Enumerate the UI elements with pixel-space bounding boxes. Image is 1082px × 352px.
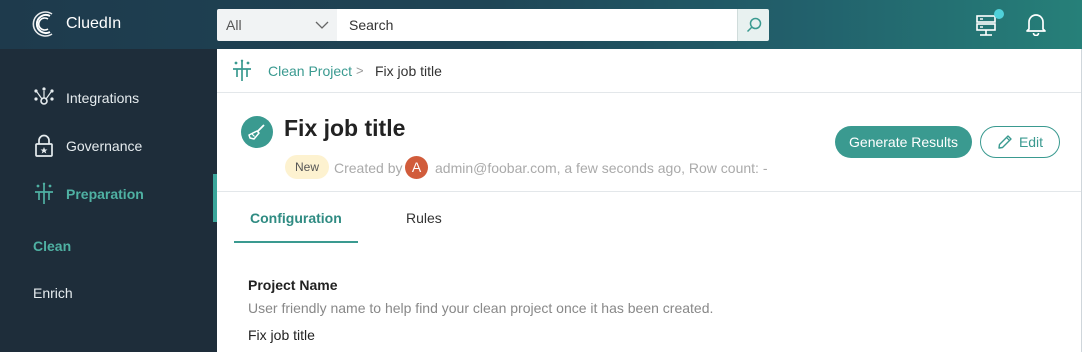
app-name: CluedIn (66, 15, 122, 32)
tab-rules[interactable]: Rules (406, 210, 442, 226)
sidebar-item-label: Integrations (66, 90, 140, 106)
integrations-icon (34, 87, 54, 105)
generate-results-button[interactable]: Generate Results (835, 126, 972, 158)
sidebar-subitem-clean[interactable]: Clean (33, 238, 71, 254)
search-scope-select[interactable]: All (217, 9, 337, 41)
edit-button[interactable]: Edit (980, 126, 1060, 158)
main-content: Clean Project > Fix job title Fix job ti… (217, 49, 1082, 352)
sidebar-item-governance[interactable]: Governance (0, 126, 217, 166)
tab-configuration[interactable]: Configuration (250, 210, 342, 226)
sidebar-item-integrations[interactable]: Integrations (0, 78, 217, 118)
notification-dot (994, 9, 1004, 19)
search-scope-value: All (226, 17, 242, 33)
edit-button-label: Edit (1018, 134, 1044, 150)
preparation-icon (233, 59, 251, 81)
pencil-icon (998, 135, 1012, 149)
sidebar-item-label: Preparation (66, 186, 144, 202)
project-name-label: Project Name (248, 277, 338, 293)
project-header: Fix job title New Created by A admin@foo… (217, 93, 1081, 192)
search-icon (746, 17, 761, 33)
sidebar-subitem-enrich[interactable]: Enrich (33, 285, 73, 301)
created-by-label: Created by (334, 160, 403, 176)
search-button[interactable] (737, 9, 769, 41)
project-name-value: Fix job title (248, 327, 315, 343)
page-title: Fix job title (284, 115, 406, 141)
breadcrumb-current: Fix job title (375, 63, 442, 79)
tabs: Configuration Rules (217, 192, 1081, 244)
search-input[interactable] (337, 9, 737, 41)
status-badge: New (285, 155, 330, 179)
chevron-down-icon (315, 21, 329, 29)
sidebar-item-preparation[interactable]: Preparation (0, 174, 217, 222)
cluedin-logo-icon[interactable] (32, 11, 58, 37)
top-bar: CluedIn All (0, 0, 1082, 49)
search-bar: All (217, 9, 769, 41)
bell-icon[interactable] (1025, 12, 1047, 36)
sidebar: Integrations Governance Preparation Clea… (0, 49, 217, 352)
breadcrumb-link-clean-project[interactable]: Clean Project (268, 63, 352, 79)
avatar: A (405, 156, 428, 179)
breadcrumb: Clean Project > Fix job title (217, 49, 1081, 93)
active-tab-indicator (234, 241, 358, 243)
preparation-icon (35, 182, 53, 204)
project-name-help: User friendly name to help find your cle… (248, 300, 714, 316)
breadcrumb-separator: > (356, 63, 364, 78)
sidebar-item-label: Governance (66, 138, 143, 154)
broom-icon (241, 116, 273, 148)
project-meta: admin@foobar.com, a few seconds ago, Row… (435, 160, 768, 176)
lock-icon (35, 134, 53, 157)
